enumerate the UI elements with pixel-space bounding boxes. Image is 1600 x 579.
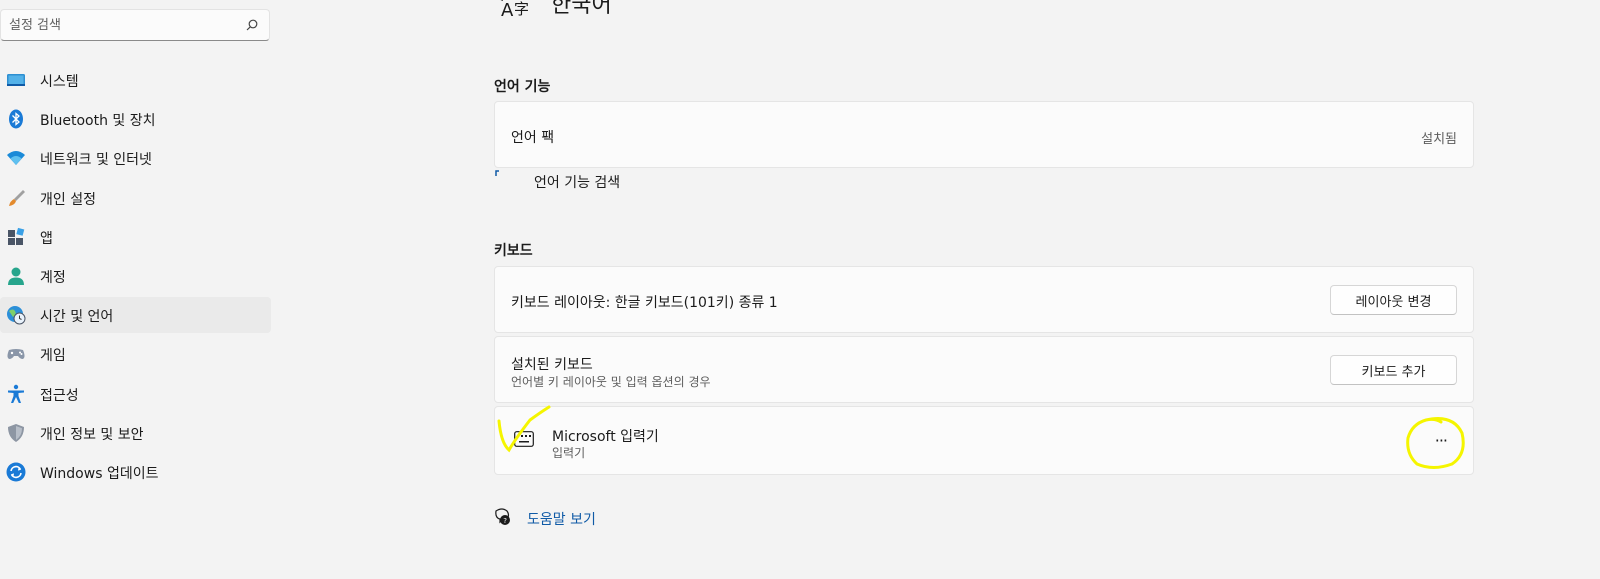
svg-text:?: ? <box>503 517 507 525</box>
sidebar-item-label: 시간 및 언어 <box>40 309 114 326</box>
sidebar-item-label: 개인 설정 <box>40 191 96 208</box>
add-keyboard-button[interactable]: 키보드 추가 <box>1330 355 1457 385</box>
sidebar-item-personalization[interactable]: 개인 설정 <box>0 180 271 216</box>
apps-icon <box>8 227 25 245</box>
system-icon <box>7 74 25 86</box>
accessibility-icon <box>8 384 24 403</box>
language-pack-status: 설치됨 <box>1421 132 1457 147</box>
sidebar-item-bluetooth[interactable]: Bluetooth 및 장치 <box>0 101 271 137</box>
language-pack-card: 언어 팩 설치됨 <box>494 101 1474 168</box>
sidebar-item-label: Bluetooth 및 장치 <box>40 113 156 130</box>
wifi-icon <box>7 151 25 166</box>
installed-keyboards-card: 설치된 키보드 언어별 키 레이아웃 및 입력 옵션의 경우 키보드 추가 <box>494 336 1474 403</box>
section-title-language-features: 언어 기능 <box>494 79 551 95</box>
language-pack-label: 언어 팩 <box>511 130 555 146</box>
search-input[interactable] <box>9 10 234 40</box>
language-icon: A 字 <box>500 0 529 20</box>
sidebar-item-network[interactable]: 네트워크 및 인터넷 <box>0 140 271 176</box>
sidebar-item-time-language[interactable]: 시간 및 언어 <box>0 297 271 334</box>
ime-type-label: 입력기 <box>552 446 586 460</box>
sidebar-item-label: 계정 <box>40 269 66 286</box>
sidebar-item-windows-update[interactable]: Windows 업데이트 <box>0 454 271 490</box>
installed-keyboards-label: 설치된 키보드 <box>511 357 593 373</box>
installed-keyboards-description: 언어별 키 레이아웃 및 입력 옵션의 경우 <box>511 375 711 389</box>
gamepad-icon <box>7 349 25 360</box>
sidebar-item-label: 시스템 <box>40 74 79 90</box>
sidebar-item-label: Windows 업데이트 <box>40 465 159 482</box>
account-icon <box>8 267 24 285</box>
sidebar-item-privacy[interactable]: 개인 정보 및 보안 <box>0 415 271 451</box>
sidebar-item-label: 게임 <box>40 348 66 365</box>
sidebar-nav: 시스템 Bluetooth 및 장치 네트워크 및 인터넷 개인 설정 앱 계정… <box>0 62 271 493</box>
brush-icon <box>9 189 25 206</box>
sidebar-item-apps[interactable]: 앱 <box>0 219 271 255</box>
bluetooth-icon <box>9 109 23 129</box>
page-title: 한국어 <box>551 0 612 18</box>
sidebar-item-accessibility[interactable]: 접근성 <box>0 376 271 412</box>
change-layout-button[interactable]: 레이아웃 변경 <box>1330 285 1457 315</box>
ime-name-label: Microsoft 입력기 <box>552 429 659 445</box>
section-title-keyboard: 키보드 <box>494 243 533 259</box>
language-features-search-link[interactable]: 언어 기능 검색 <box>534 172 620 192</box>
sidebar-item-label: 네트워크 및 인터넷 <box>40 152 152 169</box>
sidebar-item-label: 개인 정보 및 보안 <box>40 426 144 443</box>
svg-text:A: A <box>501 0 514 20</box>
sidebar-item-accounts[interactable]: 계정 <box>0 258 271 294</box>
keyboard-layout-card: 키보드 레이아웃: 한글 키보드(101키) 종류 1 레이아웃 변경 <box>494 266 1474 333</box>
sidebar-item-label: 접근성 <box>40 387 79 404</box>
svg-text:字: 字 <box>514 0 529 18</box>
sidebar-item-label: 앱 <box>40 230 53 247</box>
shield-icon <box>8 423 24 442</box>
search-icon[interactable] <box>246 19 258 31</box>
focus-indicator <box>495 170 499 176</box>
help-link[interactable]: 도움말 보기 <box>527 509 596 529</box>
update-icon <box>6 462 26 482</box>
keyboard-layout-label: 키보드 레이아웃: 한글 키보드(101키) 종류 1 <box>511 295 778 311</box>
ime-keyboard-card[interactable]: Microsoft 입력기 입력기 ··· <box>494 406 1474 475</box>
sidebar-item-system[interactable]: 시스템 <box>0 62 271 98</box>
sidebar-item-gaming[interactable]: 게임 <box>0 336 271 372</box>
checkmark-annotation-icon <box>497 405 551 453</box>
circle-annotation-icon <box>1406 417 1465 469</box>
globe-clock-icon <box>7 306 26 325</box>
help-icon: ? <box>495 508 510 525</box>
settings-search-box[interactable] <box>0 9 270 41</box>
